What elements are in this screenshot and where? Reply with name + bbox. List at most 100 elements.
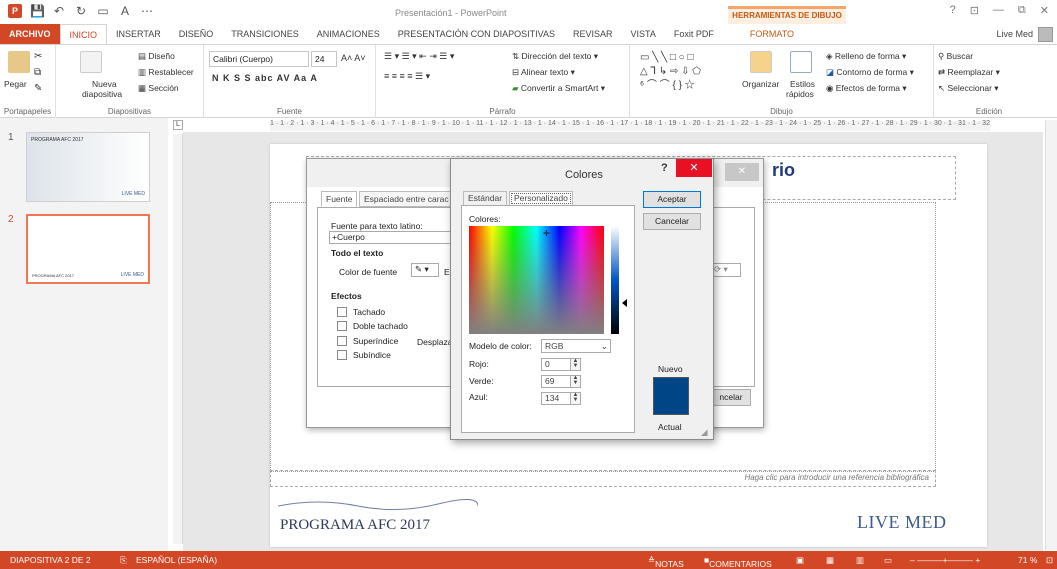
tab-estandar[interactable]: Estándar <box>463 191 508 206</box>
ribbon-display-icon[interactable]: ⊡ <box>970 4 979 17</box>
paste-icon[interactable] <box>8 51 30 73</box>
luminance-arrow-icon[interactable] <box>622 299 627 307</box>
arrange-button[interactable]: Organizar <box>742 79 779 89</box>
replace-button[interactable]: ⇄ Reemplazar ▾ <box>938 67 1000 78</box>
user-account[interactable]: Live Med <box>996 26 1057 42</box>
blue-input[interactable]: 134 ▲ ▼ <box>541 392 581 405</box>
superscript-checkbox[interactable] <box>337 336 347 346</box>
slideshow-icon[interactable]: ▭ <box>884 555 892 566</box>
close-icon[interactable]: ✕ <box>1040 4 1049 17</box>
help-icon[interactable]: ? <box>950 4 956 17</box>
arrange-icon[interactable] <box>750 51 772 73</box>
font-dialog-cancel-button[interactable]: ncelar <box>711 389 751 406</box>
zoom-slider[interactable]: – ———+——— + <box>910 555 980 565</box>
align-text-button[interactable]: ⊟ Alinear texto ▾ <box>512 67 575 78</box>
spellcheck-icon[interactable]: ⎘ <box>120 555 127 566</box>
minimize-icon[interactable]: — <box>993 4 1004 17</box>
quick-styles-icon[interactable] <box>790 51 812 73</box>
tab-formato[interactable]: FORMATO <box>722 24 827 44</box>
accept-button[interactable]: Aceptar <box>643 191 701 208</box>
format-painter-icon[interactable]: ✎ <box>34 83 42 94</box>
tab-vista[interactable]: VISTA <box>621 24 664 44</box>
comments-button[interactable]: ■ COMENTARIOS <box>704 555 772 569</box>
smartart-button[interactable]: ▰ Convertir a SmartArt ▾ <box>512 83 605 94</box>
help-icon[interactable]: ? <box>661 162 668 174</box>
tab-personalizado[interactable]: Personalizado <box>509 191 573 206</box>
spinner-icon[interactable]: ▲ ▼ <box>570 375 580 387</box>
new-slide-icon[interactable] <box>80 51 102 73</box>
fit-slide-icon[interactable]: ⊡ <box>1046 555 1053 566</box>
vertical-scrollbar[interactable] <box>1045 120 1057 550</box>
notes-button[interactable]: ≙ NOTAS <box>648 555 684 569</box>
redo-icon[interactable]: ↻ <box>74 4 88 18</box>
spinner-icon[interactable]: ▲ ▼ <box>570 392 580 404</box>
normal-view-icon[interactable]: ▣ <box>796 555 804 566</box>
list-icons[interactable]: ☰ ▾ ☰ ▾ ⇤ ⇥ ☰ ▾ <box>384 51 454 62</box>
tab-inicio[interactable]: INICIO <box>59 23 108 45</box>
tab-espaciado[interactable]: Espaciado entre carac <box>359 191 454 207</box>
zoom-level[interactable]: 71 % <box>1018 555 1037 565</box>
reset-button[interactable]: ▥ Restablecer <box>138 67 194 78</box>
reference-placeholder[interactable]: Haga clic para introducir una referencia… <box>270 470 936 487</box>
align-text-label: Alinear texto <box>521 67 569 77</box>
cut-icon[interactable]: ✂ <box>34 51 42 62</box>
latin-font-input[interactable]: +Cuerpo <box>329 231 453 244</box>
tab-transiciones[interactable]: TRANSICIONES <box>222 24 308 44</box>
tab-foxit-pdf[interactable]: Foxit PDF <box>665 24 723 44</box>
section-button[interactable]: ▦ Sección <box>138 83 179 94</box>
shape-outline-button[interactable]: ◪ Contorno de forma ▾ <box>826 67 914 78</box>
font-color-dropdown[interactable]: ✎ ▾ <box>411 263 439 277</box>
red-input[interactable]: 0 ▲ ▼ <box>541 358 581 371</box>
color-model-select[interactable]: RGB ⌄ <box>541 339 611 353</box>
tab-insertar[interactable]: INSERTAR <box>107 24 170 44</box>
start-slideshow-icon[interactable]: ▭ <box>96 4 110 18</box>
font-dialog-close-button[interactable]: ✕ <box>725 163 759 181</box>
format-buttons[interactable]: N K S S abc AV Aa A <box>212 73 318 83</box>
powerpoint-app-icon[interactable]: P <box>8 4 22 18</box>
language-indicator[interactable]: ESPAÑOL (ESPAÑA) <box>136 555 217 565</box>
strikethrough-checkbox[interactable] <box>337 307 347 317</box>
spinner-icon[interactable]: ▲ ▼ <box>570 358 580 370</box>
subscript-checkbox[interactable] <box>337 350 347 360</box>
tab-fuente[interactable]: Fuente <box>321 191 358 207</box>
find-button[interactable]: ⚲ Buscar <box>938 51 973 62</box>
font-size-combo[interactable]: 24 <box>311 51 337 67</box>
resize-grip-icon[interactable]: ◢ <box>701 427 708 438</box>
tab-revisar[interactable]: REVISAR <box>564 24 622 44</box>
double-strikethrough-checkbox[interactable] <box>337 321 347 331</box>
shape-effects-button[interactable]: ◉ Efectos de forma ▾ <box>826 83 907 94</box>
underline-color-dropdown[interactable]: ⟳ ▾ <box>711 263 741 277</box>
reading-view-icon[interactable]: ▥ <box>856 555 864 566</box>
layout-button[interactable]: ▤ Diseño <box>138 51 175 62</box>
tab-stop-selector[interactable]: L <box>173 120 183 130</box>
shapes-gallery[interactable]: ▭ ╲ ╲ □ ○ □ △ ⅂ ↳ ⇨ ⇩ ⬠ ⁶ ⌒ ⌒ { } ☆ <box>640 51 740 93</box>
slide-thumbnail-1[interactable]: PROGRAMA AFC 2017 LIVE MED <box>26 132 150 202</box>
undo-icon[interactable]: ↶ <box>52 4 66 18</box>
grow-font-icon[interactable]: A˄ A˅ <box>341 53 366 63</box>
qat-more-icon[interactable]: ⋯ <box>140 4 154 18</box>
color-spectrum-picker[interactable] <box>469 226 604 334</box>
tab-animaciones[interactable]: ANIMACIONES <box>308 24 389 44</box>
tab-presentacion[interactable]: PRESENTACIÓN CON DIAPOSITIVAS <box>389 24 564 44</box>
luminance-slider[interactable] <box>611 226 619 334</box>
font-name-combo[interactable]: Calibri (Cuerpo) <box>209 51 309 67</box>
tab-diseno[interactable]: DISEÑO <box>170 24 223 44</box>
save-icon[interactable]: 💾 <box>30 4 45 18</box>
colors-dialog-close-button[interactable]: ✕ <box>676 159 712 177</box>
font-color-icon[interactable]: A <box>118 4 132 18</box>
restore-icon[interactable]: ⧉ <box>1018 4 1026 17</box>
green-input[interactable]: 69 ▲ ▼ <box>541 375 581 388</box>
copy-icon[interactable]: ⧉ <box>34 67 41 78</box>
text-direction-button[interactable]: ⇅ Dirección del texto ▾ <box>512 51 598 62</box>
paste-button[interactable]: Pegar <box>4 79 27 89</box>
slide-sorter-icon[interactable]: ▦ <box>826 555 834 566</box>
new-slide-button[interactable]: Nueva <box>92 79 117 89</box>
slide-thumbnail-2[interactable]: PROGRAMA AFC 2017 LIVE MED <box>26 214 150 284</box>
align-icons[interactable]: ≡ ≡ ≡ ≡ ☰ ▾ <box>384 71 430 82</box>
quick-styles-button[interactable]: Estilos <box>790 79 815 89</box>
blue-value: 134 <box>545 393 560 403</box>
select-button[interactable]: ↖ Seleccionar ▾ <box>938 83 999 94</box>
shape-fill-button[interactable]: ◈ Relleno de forma ▾ <box>826 51 906 62</box>
tab-archivo[interactable]: ARCHIVO <box>0 24 60 44</box>
cancel-button[interactable]: Cancelar <box>643 213 701 230</box>
